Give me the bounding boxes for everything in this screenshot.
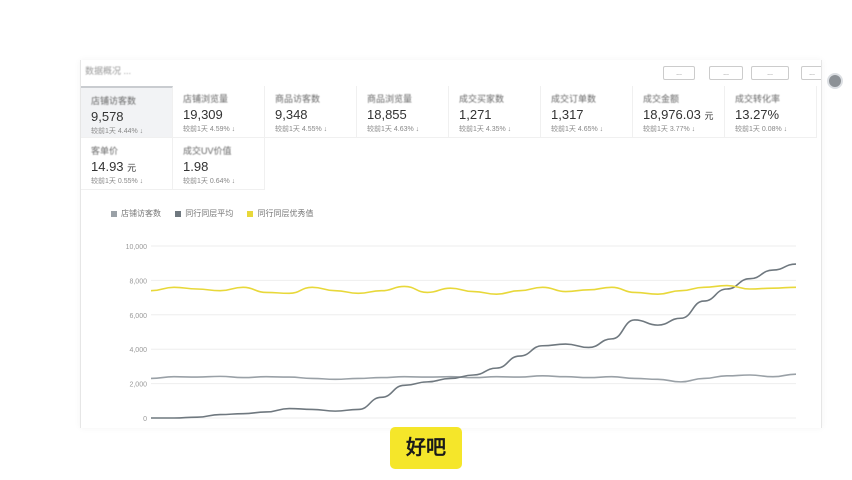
metric-label: 客单价 — [91, 146, 119, 156]
metric-value: 1.98 — [183, 159, 209, 174]
metric-compare: 较前1天 0.64% ↓ — [183, 178, 236, 185]
metric-card[interactable]: 商品访客数 9,348 较前1天 4.55% ↓ — [265, 86, 357, 138]
panel-title: 数据概况 ... — [85, 66, 132, 76]
series-line-3[interactable] — [150, 284, 797, 295]
arrow-down-icon: ↓ — [415, 126, 420, 133]
metric-unit: 元 — [704, 111, 714, 121]
arrow-down-icon: ↓ — [691, 126, 696, 133]
chart-legend: 店铺访客数 同行同层平均 同行同层优秀值 — [111, 208, 325, 222]
arrow-down-icon: ↓ — [139, 178, 144, 185]
metric-label: 店铺浏览量 — [183, 94, 229, 104]
metric-value: 13.27% — [735, 107, 780, 122]
legend-item-peer-excellent[interactable]: 同行同层优秀值 — [247, 208, 313, 219]
metric-compare: 较前1天 4.44% ↓ — [91, 128, 144, 135]
metric-label: 成交订单数 — [551, 94, 597, 104]
metric-value: 14.93 元 — [91, 159, 137, 174]
metric-value: 1,317 — [551, 107, 584, 122]
floating-circle-button[interactable] — [827, 73, 843, 89]
metric-value: 18,855 — [367, 107, 407, 122]
metric-label: 成交转化率 — [735, 94, 781, 104]
metric-compare: 较前1天 4.55% ↓ — [275, 126, 328, 133]
metric-value: 9,578 — [91, 109, 124, 124]
arrow-down-icon: ↓ — [783, 126, 788, 133]
metric-card[interactable]: 店铺访客数 9,578 较前1天 4.44% ↓ — [81, 86, 173, 138]
toolbar-button-3[interactable]: ... — [751, 66, 789, 80]
metric-card[interactable]: 店铺浏览量 19,309 较前1天 4.59% ↓ — [173, 86, 265, 138]
data-overview-panel: 数据概况 ... ... ... ... ... 店铺访客数 9,578 较前1天… — [80, 60, 822, 428]
y-tick-label: 2,000 — [129, 382, 147, 389]
legend-item-peer-average[interactable]: 同行同层平均 — [175, 208, 233, 219]
metric-label: 商品访客数 — [275, 94, 321, 104]
metric-compare: 较前1天 4.65% ↓ — [551, 126, 604, 133]
arrow-down-icon: ↓ — [231, 178, 236, 185]
legend-item-visitors[interactable]: 店铺访客数 — [111, 208, 161, 219]
arrow-down-icon: ↓ — [139, 128, 144, 135]
legend-swatch-icon — [247, 210, 254, 217]
trend-line-chart: 0 2,000 4,000 6,000 8,000 10,000 — [126, 244, 797, 423]
legend-swatch-icon — [111, 210, 117, 217]
toolbar-button-1[interactable]: ... — [663, 66, 695, 80]
arrow-down-icon: ↓ — [507, 126, 512, 133]
legend-label: 同行同层优秀值 — [257, 209, 314, 218]
toolbar-button-4[interactable]: ... — [801, 66, 821, 80]
toolbar-button-2[interactable]: ... — [709, 66, 743, 80]
y-tick-label: 6,000 — [129, 313, 147, 320]
metric-unit: 元 — [127, 163, 137, 173]
metric-compare: 较前1天 4.59% ↓ — [183, 126, 236, 133]
metric-compare: 较前1天 0.55% ↓ — [91, 178, 144, 185]
metric-value: 18,976.03 元 — [643, 107, 714, 122]
metric-card[interactable]: 成交金额 18,976.03 元较前1天 3.77% ↓ — [633, 86, 725, 138]
metric-label: 店铺访客数 — [91, 96, 137, 106]
metric-card[interactable]: 客单价 14.93 元较前1天 0.55% ↓ — [81, 138, 173, 190]
legend-label: 同行同层平均 — [185, 209, 234, 218]
metric-compare: 较前1天 0.08% ↓ — [735, 126, 788, 133]
y-tick-label: 8,000 — [129, 278, 147, 285]
metric-value: 1,271 — [459, 107, 492, 122]
metric-label: 成交买家数 — [459, 94, 505, 104]
y-tick-label: 0 — [143, 416, 147, 423]
metric-value: 9,348 — [275, 107, 308, 122]
video-subtitle: 好吧 — [390, 427, 462, 469]
metric-label: 商品浏览量 — [367, 94, 413, 104]
panel-header: 数据概况 ... ... ... ... ... — [81, 60, 821, 86]
metric-value: 19,309 — [183, 107, 223, 122]
metric-card[interactable]: 成交买家数 1,271 较前1天 4.35% ↓ — [449, 86, 541, 138]
metric-compare: 较前1天 4.63% ↓ — [367, 126, 420, 133]
legend-swatch-icon — [175, 210, 182, 217]
arrow-down-icon: ↓ — [231, 126, 236, 133]
metric-label: 成交金额 — [643, 94, 680, 104]
arrow-down-icon: ↓ — [323, 126, 328, 133]
metric-compare: 较前1天 3.77% ↓ — [643, 126, 696, 133]
metric-card[interactable]: 成交订单数 1,317 较前1天 4.65% ↓ — [541, 86, 633, 138]
metric-label: 成交UV价值 — [183, 146, 232, 156]
y-tick-label: 10,000 — [126, 244, 148, 251]
metric-compare: 较前1天 4.35% ↓ — [459, 126, 512, 133]
metric-card[interactable]: 成交UV价值 1.98 较前1天 0.64% ↓ — [173, 138, 265, 190]
metric-card[interactable]: 成交转化率 13.27% 较前1天 0.08% ↓ — [725, 86, 817, 138]
y-tick-label: 4,000 — [129, 347, 147, 354]
legend-label: 店铺访客数 — [121, 209, 161, 218]
arrow-down-icon: ↓ — [599, 126, 604, 133]
metric-card[interactable]: 商品浏览量 18,855 较前1天 4.63% ↓ — [357, 86, 449, 138]
